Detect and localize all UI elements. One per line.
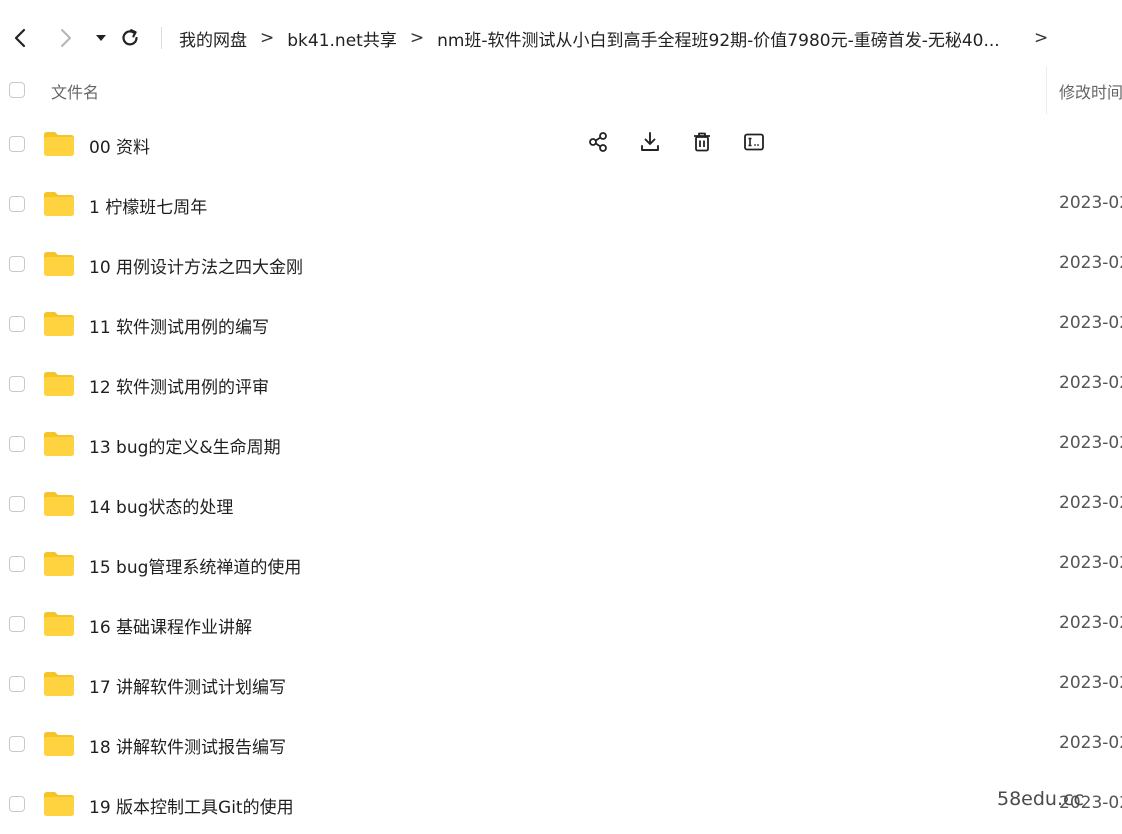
table-row[interactable]: 18 讲解软件测试报告编写 2023-02 [0,714,1122,774]
rename-icon [743,131,765,157]
table-row[interactable]: 19 版本控制工具Git的使用2023-02 [0,774,1122,834]
row-checkbox[interactable] [9,376,25,392]
folder-icon [43,551,75,577]
table-row[interactable]: 11 软件测试用例的编写 2023-02 [0,294,1122,354]
table-row[interactable]: 16 基础课程作业讲解 2023-02 [0,594,1122,654]
table-row[interactable]: 00 资料 [0,114,1122,174]
folder-icon [43,491,75,517]
table-row[interactable]: 14 bug状态的处理 2023-02 [0,474,1122,534]
modified-date: 2023-02 [1059,373,1122,393]
breadcrumb-item-shared[interactable]: bk41.net共享 [287,26,397,51]
file-name[interactable]: 16 基础课程作业讲解 [89,613,252,638]
folder-icon [43,731,75,757]
watermark: 58edu.cc [997,788,1084,810]
row-checkbox[interactable] [9,616,25,632]
caret-down-icon [96,35,106,41]
breadcrumb-item-current[interactable]: nm班-软件测试从小白到高手全程班92期-价值7980元-重磅首发-无秘40..… [437,26,1000,51]
table-row[interactable]: 15 bug管理系统禅道的使用 2023-02 [0,534,1122,594]
row-checkbox[interactable] [9,316,25,332]
file-name[interactable]: 14 bug状态的处理 [89,493,233,518]
folder-icon [43,671,75,697]
table-row[interactable]: 13 bug的定义&生命周期 2023-02 [0,414,1122,474]
file-list-header: 文件名 修改时间 [0,66,1122,114]
breadcrumb-item-my-drive[interactable]: 我的网盘 [179,26,247,51]
breadcrumb-separator: > [260,28,275,48]
folder-icon [43,371,75,397]
modified-date: 2023-02 [1059,673,1122,693]
forward-button[interactable] [52,22,80,54]
select-all-checkbox[interactable] [9,82,25,98]
chevron-left-icon [14,28,26,48]
column-header-name[interactable]: 文件名 [51,79,99,103]
share-icon [587,131,609,157]
row-checkbox[interactable] [9,556,25,572]
folder-icon [43,251,75,277]
download-icon [639,131,661,157]
history-dropdown-button[interactable] [87,22,115,54]
breadcrumb-separator: > [409,28,425,48]
breadcrumb: 我的网盘 > bk41.net共享 > nm班-软件测试从小白到高手全程班92期… [179,22,1000,54]
folder-icon [43,311,75,337]
modified-date: 2023-02 [1059,193,1122,213]
row-checkbox[interactable] [9,196,25,212]
folder-icon [43,191,75,217]
delete-button[interactable] [687,129,717,159]
back-button[interactable] [6,22,34,54]
modified-date: 2023-02 [1059,253,1122,273]
folder-icon [43,791,75,817]
file-name[interactable]: 15 bug管理系统禅道的使用 [89,553,301,578]
refresh-button[interactable] [116,22,144,54]
folder-icon [43,611,75,637]
modified-date: 2023-02 [1059,553,1122,573]
breadcrumb-more-button[interactable]: > [1034,22,1048,54]
column-header-modified[interactable]: 修改时间 [1059,79,1122,103]
file-name[interactable]: 1 柠檬班七周年 [89,193,207,218]
rename-button[interactable] [739,129,769,159]
chevron-right-icon [61,29,71,47]
toolbar: 我的网盘 > bk41.net共享 > nm班-软件测试从小白到高手全程班92期… [0,0,1122,76]
refresh-icon [122,29,138,46]
file-name[interactable]: 17 讲解软件测试计划编写 [89,673,286,698]
file-name[interactable]: 19 版本控制工具Git的使用 [89,793,294,818]
modified-date: 2023-02 [1059,613,1122,633]
modified-date: 2023-02 [1059,733,1122,753]
table-row[interactable]: 1 柠檬班七周年 2023-02 [0,174,1122,234]
download-button[interactable] [635,129,665,159]
row-checkbox[interactable] [9,436,25,452]
row-checkbox[interactable] [9,736,25,752]
row-checkbox[interactable] [9,676,25,692]
table-row[interactable]: 17 讲解软件测试计划编写 2023-02 [0,654,1122,714]
column-divider[interactable] [1046,66,1047,114]
folder-icon [43,431,75,457]
table-row[interactable]: 12 软件测试用例的评审 2023-02 [0,354,1122,414]
file-name[interactable]: 10 用例设计方法之四大金刚 [89,253,303,278]
row-checkbox[interactable] [9,136,25,152]
file-list: 00 资料 1 柠檬班七周年 2023-02 10 用例设计方法之四大金刚 2023-0… [0,114,1122,834]
folder-icon [43,131,75,157]
file-name[interactable]: 00 资料 [89,133,150,158]
modified-date: 2023-02 [1059,313,1122,333]
delete-icon [691,131,713,157]
toolbar-divider [161,27,162,49]
modified-date: 2023-02 [1059,493,1122,513]
row-checkbox[interactable] [9,496,25,512]
file-name[interactable]: 12 软件测试用例的评审 [89,373,269,398]
row-actions [583,114,769,174]
file-name[interactable]: 11 软件测试用例的编写 [89,313,269,338]
file-name[interactable]: 13 bug的定义&生命周期 [89,433,281,458]
file-name[interactable]: 18 讲解软件测试报告编写 [89,733,286,758]
row-checkbox[interactable] [9,796,25,812]
modified-date: 2023-02 [1059,433,1122,453]
share-button[interactable] [583,129,613,159]
table-row[interactable]: 10 用例设计方法之四大金刚 2023-02 [0,234,1122,294]
row-checkbox[interactable] [9,256,25,272]
